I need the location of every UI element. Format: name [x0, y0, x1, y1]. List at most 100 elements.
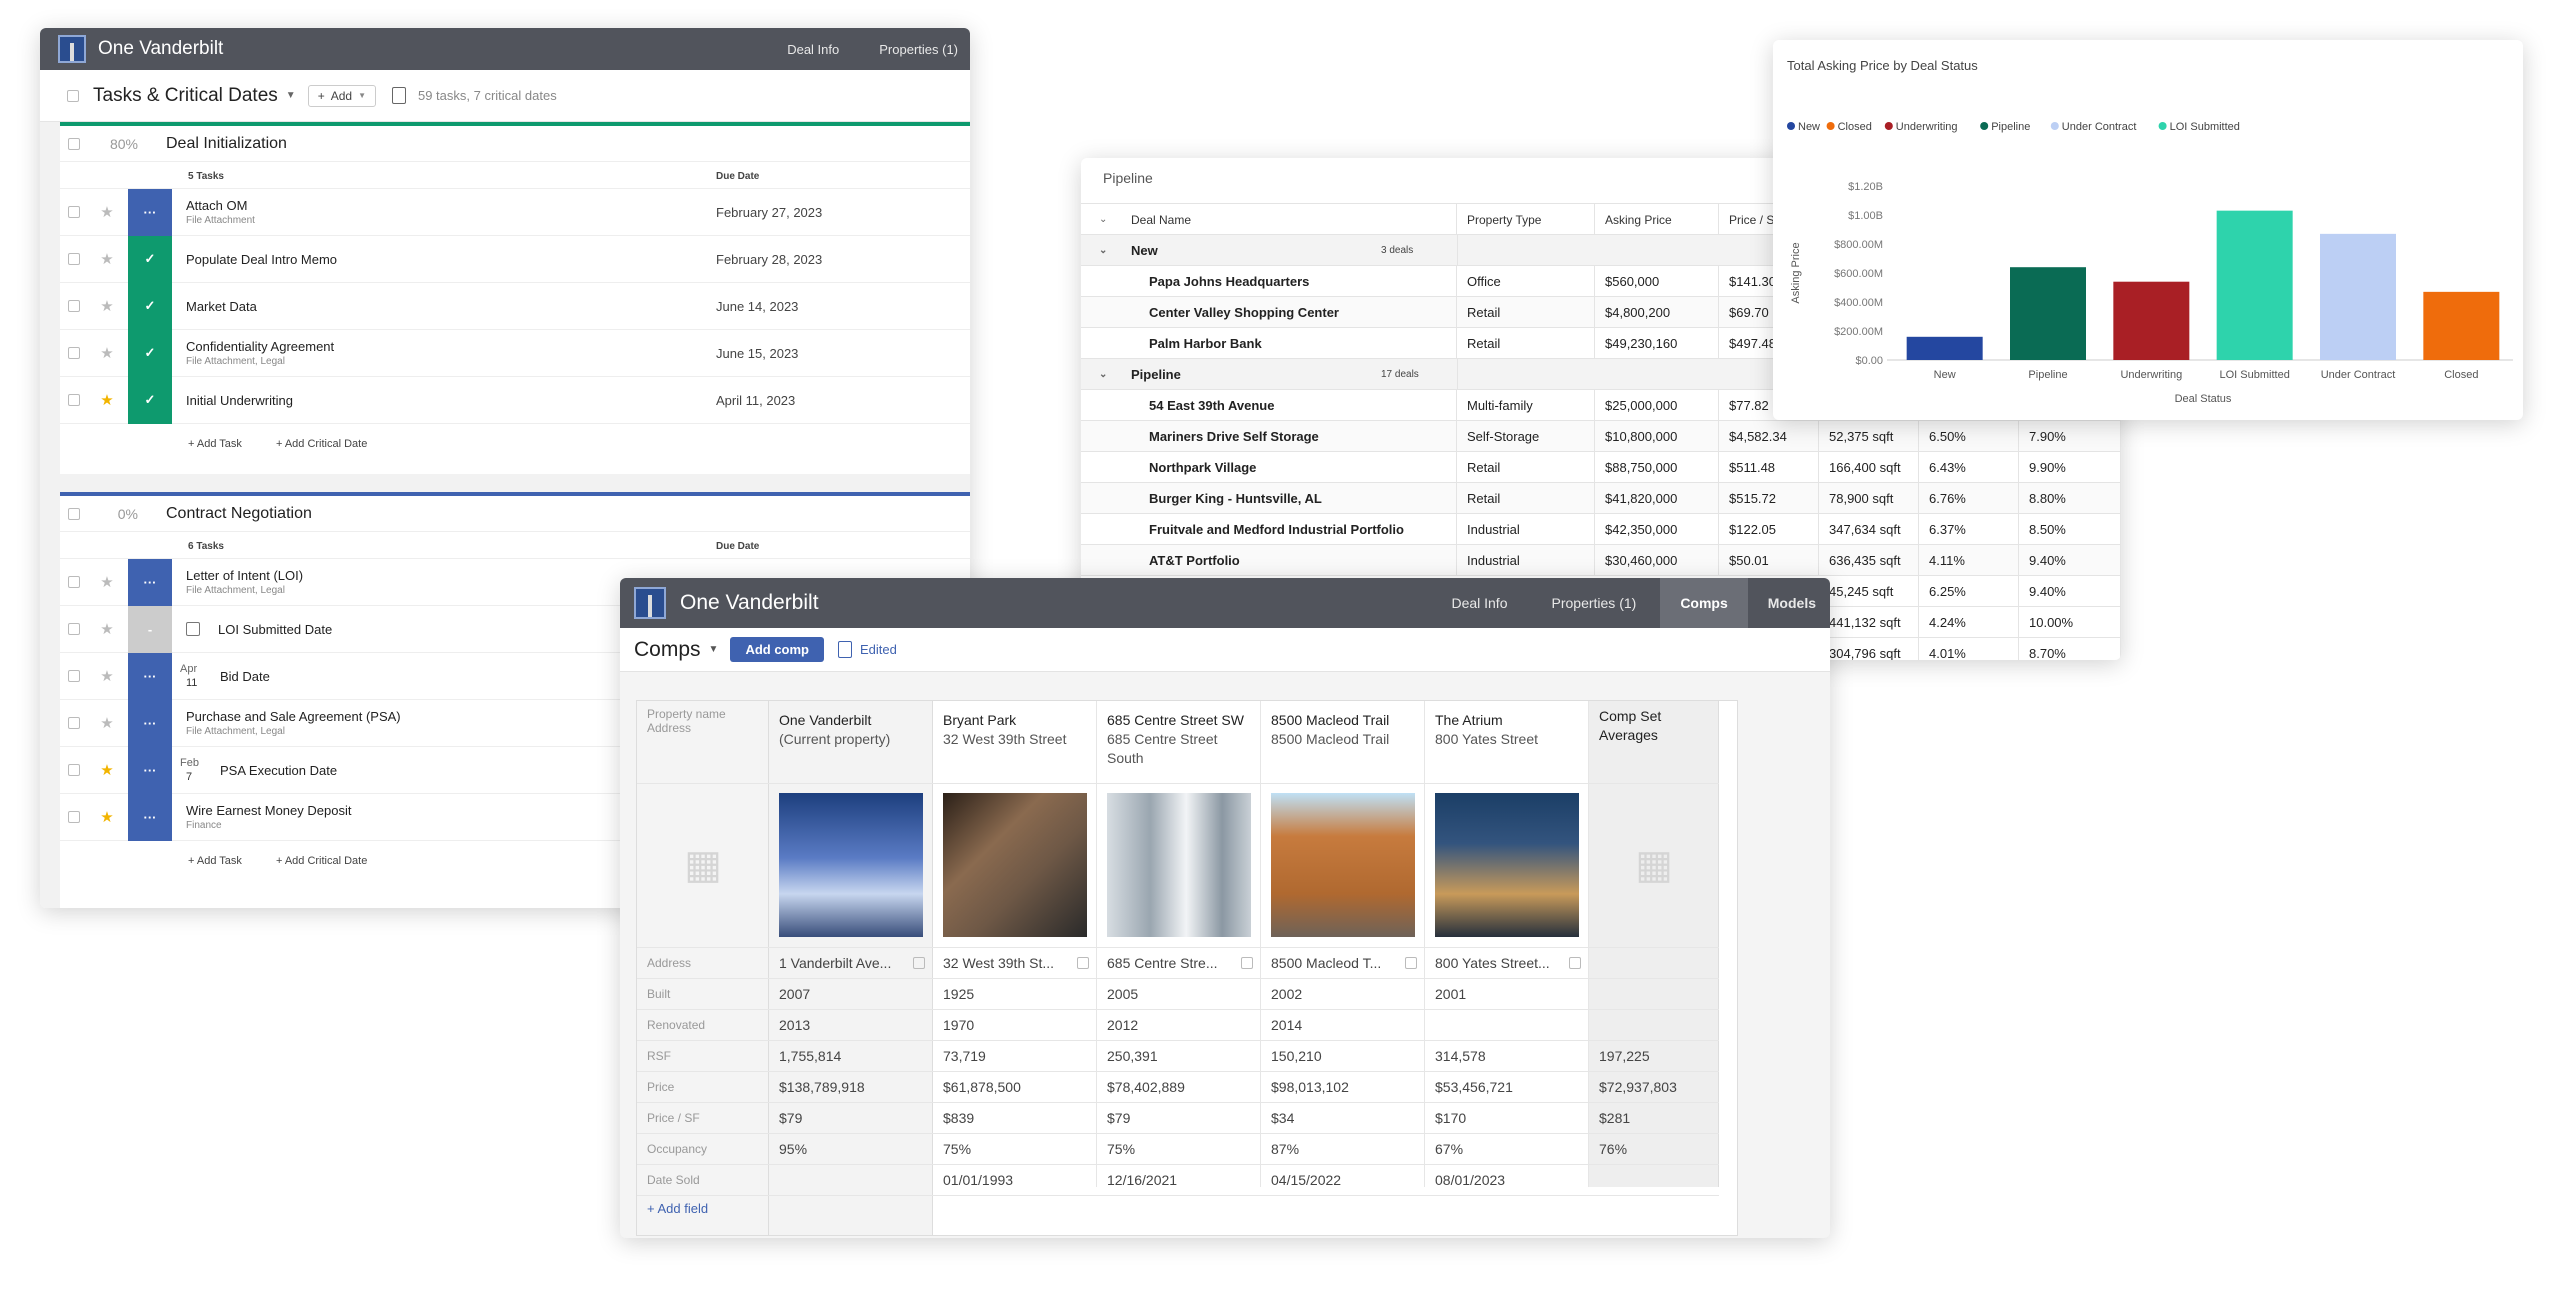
legend-label[interactable]: Closed — [1838, 121, 1872, 133]
comp-column-header[interactable]: The Atrium 800 Yates Street — [1435, 711, 1583, 749]
nav-deal-info[interactable]: Deal Info — [1451, 595, 1507, 611]
column-header[interactable]: Deal Name — [1081, 204, 1457, 235]
task-name[interactable]: Market Data — [186, 299, 257, 314]
bar[interactable] — [2216, 210, 2293, 360]
add-critical-date-link[interactable]: + Add Critical Date — [276, 855, 367, 867]
field-value[interactable]: $79 — [779, 1110, 802, 1126]
deal-row[interactable]: Mariners Drive Self Storage Self-Storage $… — [1081, 421, 2121, 452]
section-checkbox[interactable] — [68, 507, 80, 520]
add-task-link[interactable]: + Add Task — [188, 438, 242, 450]
comp-column-header[interactable]: 685 Centre Street SW 685 Centre Street Sou… — [1107, 711, 1255, 768]
bar[interactable] — [2113, 281, 2190, 360]
chevron-down-icon[interactable]: ⌄ — [1099, 369, 1107, 380]
add-critical-date-link[interactable]: + Add Critical Date — [276, 438, 367, 450]
photo-brick-building[interactable] — [1271, 793, 1415, 937]
nav-properties[interactable]: Properties (1) — [1552, 595, 1637, 611]
chevron-down-icon[interactable]: ▼ — [286, 90, 296, 101]
add-comp-button[interactable]: Add comp — [730, 637, 824, 662]
legend-label[interactable]: Pipeline — [1991, 121, 2030, 133]
task-checkbox[interactable] — [68, 253, 80, 265]
photo-office-tower[interactable] — [943, 793, 1087, 937]
field-value[interactable]: 1970 — [943, 1017, 974, 1033]
task-status-button[interactable]: ··· — [128, 558, 172, 606]
field-value[interactable]: $34 — [1271, 1110, 1294, 1126]
task-checkbox[interactable] — [68, 811, 80, 823]
star-icon[interactable]: ★ — [100, 203, 114, 221]
field-value[interactable]: 95% — [779, 1141, 807, 1157]
star-icon[interactable]: ★ — [100, 667, 114, 685]
task-status-button[interactable]: ✓ — [128, 376, 172, 424]
select-all-checkbox[interactable] — [67, 89, 79, 102]
document-icon[interactable] — [391, 87, 406, 104]
nav-models[interactable]: Models — [1768, 595, 1816, 611]
section-checkbox[interactable] — [68, 137, 80, 150]
task-checkbox[interactable] — [68, 300, 80, 312]
task-status-button[interactable]: ✓ — [128, 235, 172, 283]
legend-label[interactable]: New — [1798, 121, 1820, 133]
task-status-button[interactable]: ··· — [128, 699, 172, 747]
star-icon[interactable]: ★ — [100, 808, 114, 826]
nav-deal-info[interactable]: Deal Info — [787, 42, 839, 57]
field-value[interactable]: 2002 — [1271, 986, 1302, 1002]
field-value[interactable]: 2005 — [1107, 986, 1138, 1002]
field-value[interactable]: 87% — [1271, 1141, 1299, 1157]
field-value[interactable]: $98,013,102 — [1271, 1079, 1349, 1095]
task-name[interactable]: LOI Submitted Date — [218, 622, 332, 637]
field-value[interactable]: $61,878,500 — [943, 1079, 1021, 1095]
field-value[interactable]: 2012 — [1107, 1017, 1138, 1033]
legend-label[interactable]: Underwriting — [1896, 121, 1958, 133]
comp-column-header[interactable]: Bryant Park 32 West 39th Street — [943, 711, 1091, 749]
add-field-link[interactable]: + Add field — [647, 1201, 708, 1216]
field-value[interactable]: 2007 — [779, 986, 810, 1002]
field-value[interactable]: 250,391 — [1107, 1048, 1158, 1064]
field-value[interactable]: $138,789,918 — [779, 1079, 865, 1095]
task-row[interactable]: ★ ✓ Populate Deal Intro Memo February 28, 2… — [60, 235, 970, 283]
field-value[interactable]: 8500 Macleod T... — [1271, 955, 1381, 971]
field-value[interactable]: 04/15/2022 — [1271, 1172, 1341, 1188]
task-status-button[interactable]: ··· — [128, 188, 172, 236]
star-icon[interactable]: ★ — [100, 714, 114, 732]
field-value[interactable]: 1,755,814 — [779, 1048, 841, 1064]
task-checkbox[interactable] — [68, 576, 80, 588]
field-value[interactable]: $79 — [1107, 1110, 1130, 1126]
legend-label[interactable]: LOI Submitted — [2170, 121, 2240, 133]
field-value[interactable]: 32 West 39th St... — [943, 955, 1054, 971]
star-icon[interactable]: ★ — [100, 391, 114, 409]
task-status-button[interactable]: ✓ — [128, 282, 172, 330]
field-value[interactable]: 1925 — [943, 986, 974, 1002]
task-checkbox[interactable] — [68, 394, 80, 406]
expand-icon[interactable] — [913, 957, 925, 969]
bar[interactable] — [2010, 267, 2086, 360]
photo-glass-tower[interactable] — [1107, 793, 1251, 937]
task-name[interactable]: Populate Deal Intro Memo — [186, 252, 337, 267]
deal-row[interactable]: Fruitvale and Medford Industrial Portfol… — [1081, 514, 2121, 545]
task-row[interactable]: ★ ··· Attach OM File Attachment February 27,… — [60, 188, 970, 236]
field-value[interactable]: 314,578 — [1435, 1048, 1486, 1064]
task-status-button[interactable]: ··· — [128, 652, 172, 700]
star-icon[interactable]: ★ — [100, 573, 114, 591]
nav-properties[interactable]: Properties (1) — [879, 42, 958, 57]
field-value[interactable]: $839 — [943, 1110, 974, 1126]
task-row[interactable]: ★ ✓ Market Data June 14, 2023 — [60, 282, 970, 330]
star-icon[interactable]: ★ — [100, 297, 114, 315]
star-icon[interactable]: ★ — [100, 761, 114, 779]
task-status-button[interactable]: ✓ — [128, 329, 172, 377]
comp-column-header[interactable]: 8500 Macleod Trail 8500 Macleod Trail — [1271, 711, 1419, 749]
bar[interactable] — [1906, 336, 1983, 360]
task-status-button[interactable]: ··· — [128, 746, 172, 794]
task-row[interactable]: ★ ✓ Initial Underwriting April 11, 2023 — [60, 376, 970, 424]
expand-icon[interactable] — [1405, 957, 1417, 969]
field-value[interactable]: 800 Yates Street... — [1435, 955, 1550, 971]
deal-row[interactable]: Northpark Village Retail $88,750,000 $511.4… — [1081, 452, 2121, 483]
star-icon[interactable]: ★ — [100, 344, 114, 362]
task-name[interactable]: Letter of Intent (LOI) — [186, 568, 303, 583]
task-name[interactable]: Attach OM — [186, 198, 255, 213]
task-name[interactable]: Initial Underwriting — [186, 393, 293, 408]
task-checkbox[interactable] — [68, 623, 80, 635]
chevron-down-icon[interactable]: ⌄ — [1099, 245, 1107, 256]
expand-icon[interactable] — [1077, 957, 1089, 969]
deal-row[interactable]: Burger King - Huntsville, AL Retail $41,82… — [1081, 483, 2121, 514]
edited-link[interactable]: Edited — [860, 642, 897, 657]
expand-icon[interactable] — [1241, 957, 1253, 969]
task-checkbox[interactable] — [68, 206, 80, 218]
